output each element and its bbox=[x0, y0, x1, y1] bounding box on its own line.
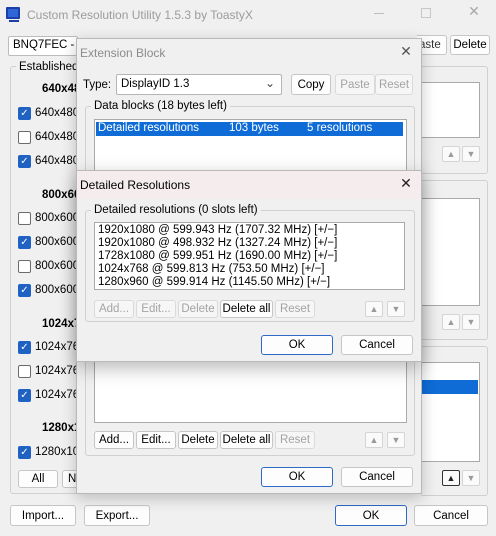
maximize-icon[interactable] bbox=[421, 8, 431, 18]
group-heading-800: 800x60 bbox=[42, 189, 81, 201]
checkbox-1024-1[interactable]: ✓ bbox=[18, 341, 31, 354]
eb-cancel-button[interactable]: Cancel bbox=[341, 467, 413, 487]
extension-close-icon[interactable]: ✕ bbox=[397, 43, 415, 61]
import-button[interactable]: Import... bbox=[10, 505, 76, 526]
close-icon[interactable]: ✕ bbox=[466, 3, 482, 21]
eb-add-button[interactable]: Add... bbox=[94, 431, 134, 449]
dr-add-button[interactable]: Add... bbox=[94, 300, 134, 318]
dr-edit-button[interactable]: Edit... bbox=[136, 300, 176, 318]
main-cancel-button[interactable]: Cancel bbox=[414, 505, 488, 526]
checkbox-label: 1024x76 bbox=[35, 365, 80, 377]
checkbox-label: 640x480 bbox=[35, 131, 80, 143]
detailed-title: Detailed Resolutions bbox=[80, 178, 191, 192]
copy-button[interactable]: Copy bbox=[291, 74, 331, 95]
main-title: Custom Resolution Utility 1.5.3 by Toast… bbox=[27, 8, 253, 22]
data-blocks-label: Data blocks (18 bytes left) bbox=[91, 100, 230, 112]
detailed-resolutions-dialog: Detailed Resolutions ✕ Detailed resoluti… bbox=[76, 170, 422, 362]
eb-up-arrow-icon[interactable]: ▲ bbox=[365, 432, 383, 448]
established-label: Established bbox=[16, 61, 82, 73]
app-monitor-icon bbox=[6, 7, 20, 19]
eb-down-arrow-icon[interactable]: ▼ bbox=[387, 432, 405, 448]
extension-reset-button[interactable]: Reset bbox=[375, 74, 413, 95]
type-select[interactable]: DisplayID 1.3 ⌄ bbox=[116, 74, 282, 95]
dr-delete-all-button[interactable]: Delete all bbox=[220, 300, 273, 318]
checkbox-label: 640x480 bbox=[35, 107, 80, 119]
type-label: Type: bbox=[83, 79, 112, 91]
extension-block-title: Extension Block bbox=[80, 46, 166, 60]
checkbox-label: 800x600 bbox=[35, 260, 80, 272]
main-delete-button[interactable]: Delete bbox=[450, 35, 490, 55]
all-button[interactable]: All bbox=[18, 470, 58, 488]
resolutions-list[interactable]: 1920x1080 @ 599.943 Hz (1707.32 MHz) [+/… bbox=[94, 222, 405, 290]
detailed-close-icon[interactable]: ✕ bbox=[397, 175, 415, 193]
checkbox-800-3[interactable] bbox=[18, 260, 31, 273]
main-ok-button[interactable]: OK bbox=[335, 505, 407, 526]
checkbox-label: 800x600 bbox=[35, 236, 80, 248]
eb-ok-button[interactable]: OK bbox=[261, 467, 333, 487]
main-titlebar: Custom Resolution Utility 1.5.3 by Toast… bbox=[0, 0, 496, 30]
right-down-arrow-1[interactable]: ▼ bbox=[462, 146, 480, 162]
dr-reset-button[interactable]: Reset bbox=[275, 300, 315, 318]
checkbox-640-2[interactable] bbox=[18, 131, 31, 144]
eb-edit-button[interactable]: Edit... bbox=[136, 431, 176, 449]
minimize-icon[interactable] bbox=[374, 13, 384, 14]
checkbox-1280-1[interactable]: ✓ bbox=[18, 446, 31, 459]
checkbox-label: 1280x10 bbox=[35, 446, 80, 458]
dr-down-arrow-icon[interactable]: ▼ bbox=[387, 301, 405, 317]
checkbox-1024-2[interactable] bbox=[18, 365, 31, 378]
checkbox-640-1[interactable]: ✓ bbox=[18, 107, 31, 120]
eb-reset-button[interactable]: Reset bbox=[275, 431, 315, 449]
data-block-row-selected[interactable]: Detailed resolutions 103 bytes 5 resolut… bbox=[96, 122, 403, 136]
checkbox-1024-3[interactable]: ✓ bbox=[18, 389, 31, 402]
dr-up-arrow-icon[interactable]: ▲ bbox=[365, 301, 383, 317]
checkbox-label: 1024x76 bbox=[35, 341, 80, 353]
detailed-group-label: Detailed resolutions (0 slots left) bbox=[91, 204, 261, 216]
checkbox-label: 640x480 bbox=[35, 155, 80, 167]
checkbox-640-3[interactable]: ✓ bbox=[18, 155, 31, 168]
right-up-arrow-2[interactable]: ▲ bbox=[442, 314, 460, 330]
export-button[interactable]: Export... bbox=[84, 505, 150, 526]
eb-delete-button[interactable]: Delete bbox=[178, 431, 218, 449]
checkbox-800-1[interactable] bbox=[18, 212, 31, 225]
checkbox-800-2[interactable]: ✓ bbox=[18, 236, 31, 249]
right-list-top bbox=[420, 82, 480, 138]
group-heading-1280: 1280x1 bbox=[42, 422, 81, 434]
right-down-arrow-2[interactable]: ▼ bbox=[462, 314, 480, 330]
dr-delete-button[interactable]: Delete bbox=[178, 300, 218, 318]
dr-cancel-button[interactable]: Cancel bbox=[341, 335, 413, 355]
eb-delete-all-button[interactable]: Delete all bbox=[220, 431, 273, 449]
group-heading-640: 640x48 bbox=[42, 83, 81, 95]
right-list-selection bbox=[420, 380, 478, 394]
right-list-mid bbox=[420, 198, 480, 306]
checkbox-800-4[interactable]: ✓ bbox=[18, 284, 31, 297]
checkbox-label: 800x600 bbox=[35, 284, 80, 296]
right-up-arrow-1[interactable]: ▲ bbox=[442, 146, 460, 162]
checkbox-label: 1024x76 bbox=[35, 389, 80, 401]
right-down-arrow-3[interactable]: ▼ bbox=[462, 470, 480, 486]
extension-paste-button[interactable]: Paste bbox=[335, 74, 375, 95]
group-heading-1024: 1024x7 bbox=[42, 318, 81, 330]
app-monitor-stand-icon bbox=[9, 20, 19, 22]
chevron-down-icon: ⌄ bbox=[265, 76, 276, 90]
monitor-select[interactable]: BNQ7FEC - XL bbox=[8, 36, 78, 56]
checkbox-label: 800x600 bbox=[35, 212, 80, 224]
dr-ok-button[interactable]: OK bbox=[261, 335, 333, 355]
right-list-bottom bbox=[420, 362, 480, 462]
right-up-arrow-3[interactable]: ▲ bbox=[442, 470, 460, 486]
